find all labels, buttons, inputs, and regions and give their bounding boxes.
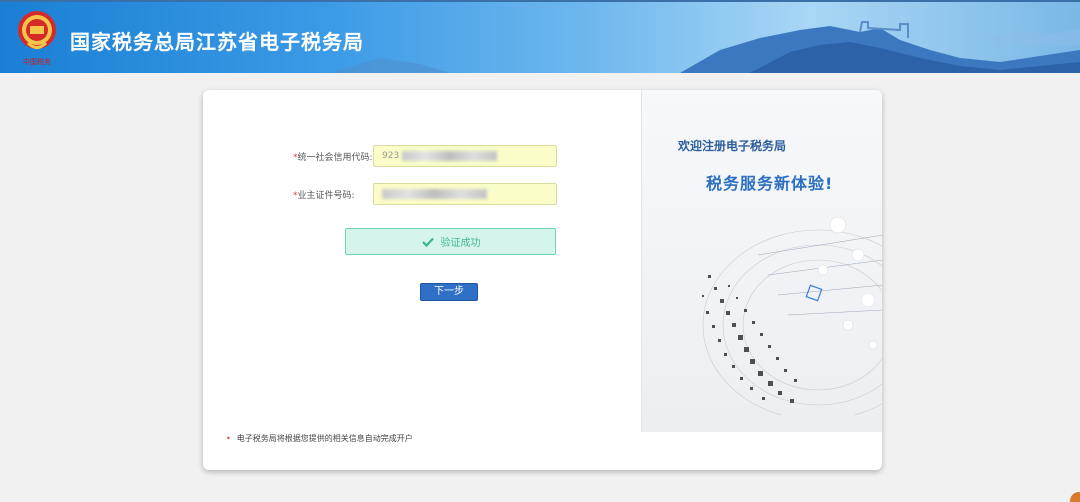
registration-card: *统一社会信用代码: 923 *业主证件号码: 验证成功 下一步 • 电子税务局将… (203, 90, 882, 470)
check-icon (421, 237, 434, 247)
tax-emblem-icon: 中国税务 (18, 11, 56, 66)
site-title: 国家税务总局江苏省电子税务局 (70, 30, 364, 54)
slogan-text: 税务服务新体验! (706, 174, 834, 193)
id-number-input[interactable] (373, 183, 557, 205)
verify-status-text: 验证成功 (440, 238, 481, 249)
credit-code-masked (402, 150, 498, 161)
note-bullet: • (226, 434, 231, 443)
header-banner: 中国税务 国家税务总局江苏省电子税务局 (0, 0, 1080, 73)
verify-status-box: 验证成功 (345, 228, 556, 255)
id-number-label: *业主证件号码: (293, 188, 355, 201)
id-number-label-text: 业主证件号码: (297, 191, 355, 201)
registration-form: *统一社会信用代码: 923 *业主证件号码: 验证成功 下一步 • 电子税务局将… (203, 90, 641, 470)
logo-caption: 中国税务 (23, 57, 51, 66)
corner-widget[interactable] (1070, 492, 1080, 502)
credit-code-label-text: 统一社会信用代码: (297, 153, 373, 163)
next-step-button[interactable]: 下一步 (420, 283, 478, 301)
credit-code-input[interactable]: 923 (373, 145, 557, 167)
id-number-masked (382, 188, 487, 199)
welcome-heading: 欢迎注册电子税务局 (678, 139, 787, 153)
note-text: 电子税务局将根据您提供的相关信息自动完成开户 (236, 434, 413, 443)
credit-code-label: *统一社会信用代码: (293, 150, 373, 163)
footer-note: • 电子税务局将根据您提供的相关信息自动完成开户 (226, 433, 413, 444)
digital-globe-graphic (702, 216, 882, 415)
promo-panel: 欢迎注册电子税务局 税务服务新体验! (641, 90, 882, 432)
credit-code-value: 923 (382, 151, 400, 161)
